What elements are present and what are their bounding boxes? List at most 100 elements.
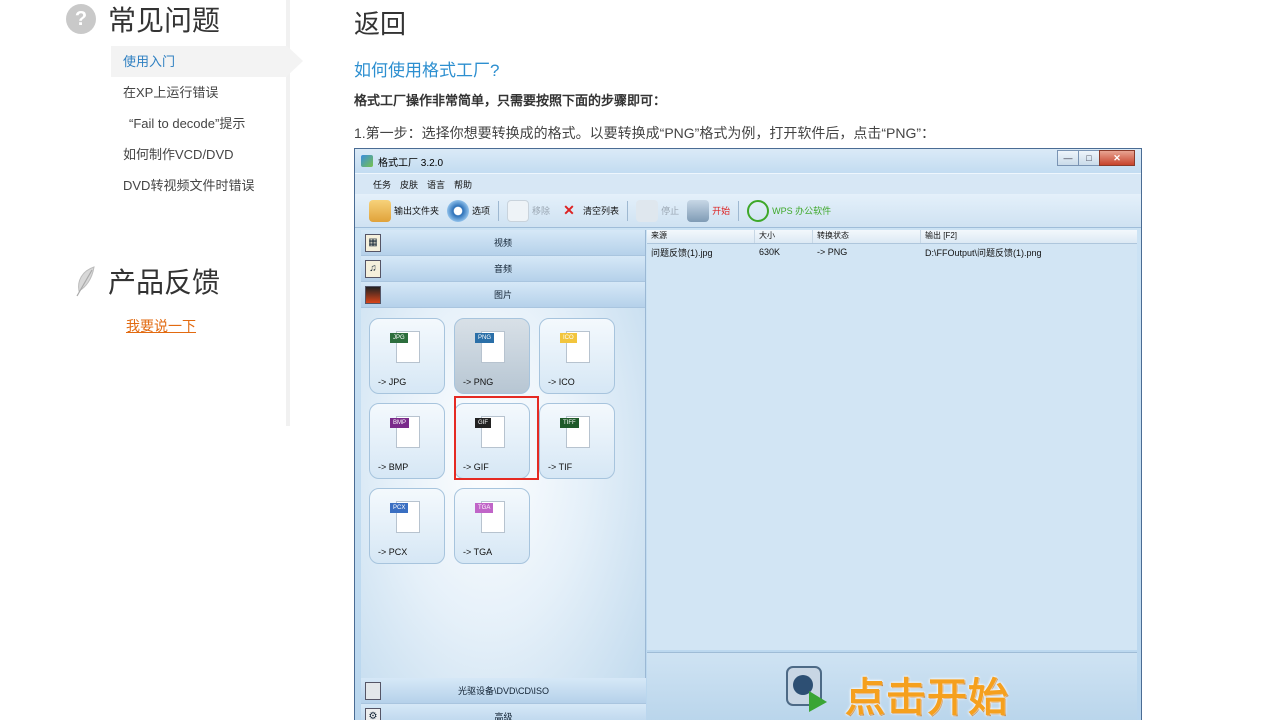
app-title: 格式工厂 3.2.0 (378, 157, 444, 169)
leaf-icon (76, 266, 95, 297)
format-tile-tiff: TIFF -> TIF (539, 403, 615, 479)
output-folder-label: 输出文件夹 (394, 206, 440, 216)
category-dvd: 光驱设备\DVD\CD\ISO (361, 678, 646, 704)
wps-logo-icon (747, 199, 770, 222)
cell-status: -> PNG (817, 247, 848, 257)
task-table-header: 来源 大小 转换状态 输出 [F2] (647, 230, 1137, 244)
menu-language: 语言 (427, 179, 446, 190)
help-page: ? 常见问题 使用入门 在XP上运行错误 “Fail to decode”提示 … (0, 0, 1280, 720)
intro-text: 格式工厂操作非常简单，只需要按照下面的步骤即可： (354, 93, 667, 108)
menu-task: 任务 (373, 179, 392, 190)
stop-label: 停止 (661, 206, 680, 216)
format-label: -> PCX (378, 547, 408, 557)
col-status: 转换状态 (813, 230, 921, 243)
window-controls: — □ ✕ (1057, 150, 1135, 166)
col-size: 大小 (755, 230, 813, 243)
format-tile-png: PNG -> PNG (454, 318, 530, 394)
category-image: 图片 (361, 282, 645, 308)
col-output: 输出 [F2] (925, 231, 958, 240)
faq-item-make-vcd-dvd[interactable]: 如何制作VCD/DVD (111, 139, 301, 170)
output-folder-tool: 输出文件夹 (369, 199, 440, 222)
toolbar-separator (498, 200, 500, 221)
options-tool: 选项 (447, 199, 491, 222)
faq-header: ? 常见问题 (66, 1, 220, 37)
menu-skin: 皮肤 (400, 179, 419, 190)
format-tag: ICO (560, 333, 577, 343)
app-menubar: 任务 皮肤 语言 帮助 (355, 173, 1141, 194)
wps-tool: WPS 办公软件 (747, 199, 832, 222)
reel-icon: ⚙ (365, 707, 381, 720)
faq-item-xp-error[interactable]: 在XP上运行错误 (111, 77, 301, 108)
start-icon (687, 199, 710, 222)
category-image-label: 图片 (493, 290, 512, 300)
step-1-text: 1.第一步：选择你想要转换成的格式。以要转换成“PNG”格式为例，打开软件后，点… (354, 125, 935, 141)
format-tag: BMP (390, 418, 410, 428)
format-label: -> BMP (378, 462, 409, 472)
png-highlight-box (454, 396, 539, 480)
start-label: 开始 (712, 206, 731, 216)
faq-title: 常见问题 (108, 4, 221, 37)
faq-item-getting-started[interactable]: 使用入门 (111, 46, 303, 77)
picture-icon (365, 285, 381, 304)
category-audio-label: 音频 (493, 264, 512, 274)
options-label: 选项 (472, 206, 491, 216)
remove-icon (507, 199, 530, 222)
stop-tool: 停止 (636, 199, 680, 222)
feedback-header: 产品反馈 (74, 263, 220, 299)
start-banner: 点击开始 (647, 652, 1137, 720)
format-tile-ico: ICO -> ICO (539, 318, 615, 394)
clear-list-tool: ✕ 清空列表 (558, 200, 619, 222)
category-advanced: ⚙ 高级 (361, 704, 646, 720)
feedback-title: 产品反馈 (108, 266, 221, 299)
start-convert-icon (786, 666, 827, 712)
format-label: -> JPG (378, 377, 407, 387)
app-titlebar: 格式工厂 3.2.0 — □ ✕ (355, 149, 1141, 173)
stop-icon (636, 199, 659, 222)
category-video-label: 视频 (493, 238, 512, 248)
format-tile-tga: TGA -> TGA (454, 488, 530, 564)
question-title: 如何使用格式工厂? (354, 61, 500, 80)
gear-icon (447, 199, 470, 222)
category-dvd-label: 光驱设备\DVD\CD\ISO (457, 686, 549, 696)
format-tag: TIFF (560, 418, 579, 428)
format-label: -> ICO (548, 377, 575, 387)
format-tag: TGA (475, 503, 494, 513)
format-factory-screenshot: 格式工厂 3.2.0 — □ ✕ 任务 皮肤 语言 帮助 输出文件夹 选项 移除… (354, 148, 1142, 720)
feedback-link[interactable]: 我要说一下 (126, 316, 196, 336)
question-circle-icon: ? (66, 4, 96, 34)
faq-item-fail-to-decode[interactable]: “Fail to decode”提示 (111, 108, 301, 139)
start-tool: 开始 (687, 199, 731, 222)
app-toolbar: 输出文件夹 选项 移除 ✕ 清空列表 停止 开始 WPS 办公软件 (355, 194, 1141, 228)
format-tile-pcx: PCX -> PCX (369, 488, 445, 564)
toolbar-separator (627, 200, 629, 221)
remove-tool: 移除 (507, 199, 550, 222)
close-icon: ✕ (1099, 150, 1135, 166)
format-label: -> TIF (548, 462, 573, 472)
cell-output: D:\FFOutput\问题反馈(1).png (925, 247, 1042, 258)
table-row: 问题反馈(1).jpg 630K -> PNG D:\FFOutput\问题反馈… (647, 244, 1137, 260)
music-icon: ♫ (365, 259, 381, 278)
task-list-pane: 来源 大小 转换状态 输出 [F2] 问题反馈(1).jpg 630K -> P… (647, 230, 1137, 650)
sidebar: ? 常见问题 使用入门 在XP上运行错误 “Fail to decode”提示 … (0, 0, 303, 426)
format-tag: JPG (390, 333, 408, 343)
cell-source: 问题反馈(1).jpg (651, 247, 713, 258)
clear-x-icon: ✕ (563, 202, 575, 218)
wps-label: WPS 办公软件 (772, 206, 832, 216)
category-video: ▦ 视频 (361, 230, 645, 256)
format-label: -> PNG (463, 377, 494, 387)
col-source: 来源 (647, 230, 755, 243)
app-logo-icon (361, 155, 373, 167)
start-banner-text: 点击开始 (845, 675, 1009, 720)
format-tile-bmp: BMP -> BMP (369, 403, 445, 479)
format-tile-jpg: JPG -> JPG (369, 318, 445, 394)
faq-item-dvd-convert-error[interactable]: DVD转视频文件时错误 (111, 170, 301, 201)
format-tag: PCX (390, 503, 409, 513)
format-tag: PNG (475, 333, 495, 343)
back-link[interactable]: 返回 (354, 4, 406, 41)
maximize-icon: □ (1078, 150, 1100, 166)
menu-help: 帮助 (454, 179, 473, 190)
folder-icon (369, 199, 391, 222)
cell-size: 630K (759, 247, 781, 257)
category-pane: ▦ 视频 ♫ 音频 图片 JPG -> JPG PNG -> PNG ICO -> ICO… (361, 230, 646, 720)
faq-list: 使用入门 在XP上运行错误 “Fail to decode”提示 如何制作VCD… (111, 46, 303, 201)
